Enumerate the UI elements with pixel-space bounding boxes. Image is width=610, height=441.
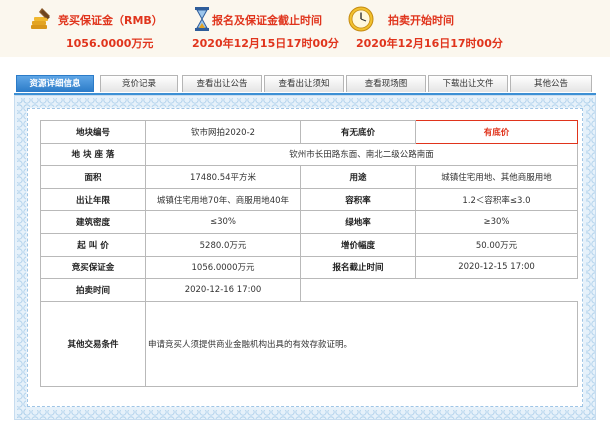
tab-other-notices[interactable]: 其他公告 [510, 75, 592, 92]
green-label: 绿地率 [300, 210, 416, 234]
table-row: 地块编号 钦市网拍2020-2 有无底价 有底价 [40, 120, 578, 144]
location-value: 钦州市长田路东面、南北二级公路南面 [145, 142, 578, 167]
table-row: 建筑密度 ≤30% 绿地率 ≥30% [40, 210, 578, 234]
tab-download-files[interactable]: 下载出让文件 [428, 75, 508, 92]
table-row: 地 块 座 落 钦州市长田路东面、南北二级公路南面 [40, 142, 578, 167]
floor-price-label: 有无底价 [300, 120, 416, 144]
money-bag-icon [31, 8, 50, 29]
deposit-value: 1056.0000万元 [145, 255, 301, 280]
increment-value: 50.00万元 [415, 232, 578, 257]
increment-label: 增价幅度 [300, 232, 416, 257]
far-value: 1.2＜容积率≤3.0 [415, 187, 578, 212]
other-conditions-label: 其他交易条件 [40, 300, 146, 387]
term-label: 出让年限 [40, 187, 146, 212]
summary-bar: 竞买保证金（RMB） 1056.0000万元 报名及保证金截止时间 2020年1… [0, 0, 610, 57]
table-row: 拍卖时间 2020-12-16 17:00 [40, 278, 578, 302]
empty-cell [301, 279, 578, 302]
table-row: 出让年限 城镇住宅用地70年、商服用地40年 容积率 1.2＜容积率≤3.0 [40, 187, 578, 212]
deadline-summary-label: 报名及保证金截止时间 [212, 14, 322, 27]
plot-no-value: 钦市网拍2020-2 [145, 120, 301, 144]
deadline-summary-value: 2020年12月15日17时00分 [192, 37, 339, 50]
area-label: 面积 [40, 165, 146, 189]
tab-transfer-notice[interactable]: 查看出让公告 [182, 75, 262, 92]
auction-time-value: 2020-12-16 17:00 [145, 278, 301, 302]
term-value: 城镇住宅用地70年、商服用地40年 [145, 187, 301, 212]
deadline-label: 报名截止时间 [300, 255, 416, 280]
use-value: 城镇住宅用地、其他商服用地 [415, 165, 578, 189]
deposit-summary-value: 1056.0000万元 [66, 37, 154, 50]
far-label: 容积率 [300, 187, 416, 212]
tab-transfer-rules[interactable]: 查看出让须知 [264, 75, 344, 92]
deposit-summary-label: 竞买保证金（RMB） [58, 14, 163, 27]
location-label: 地 块 座 落 [40, 142, 146, 167]
floor-price-value: 有底价 [415, 120, 578, 144]
auction-time-label: 拍卖时间 [40, 278, 146, 302]
other-conditions-value: 申请竞买人须提供商业金融机构出具的有效存款证明。 [145, 300, 578, 387]
use-label: 用途 [300, 165, 416, 189]
clock-icon [348, 6, 374, 32]
start-price-label: 起 叫 价 [40, 232, 146, 257]
start-price-value: 5280.0万元 [145, 232, 301, 257]
auction-start-summary-value: 2020年12月16日17时00分 [356, 37, 503, 50]
density-value: ≤30% [145, 210, 301, 234]
resource-info-table: 地块编号 钦市网拍2020-2 有无底价 有底价 地 块 座 落 钦州市长田路东… [40, 120, 578, 387]
area-value: 17480.54平方米 [145, 165, 301, 189]
table-row: 起 叫 价 5280.0万元 增价幅度 50.00万元 [40, 232, 578, 257]
auction-start-summary-label: 拍卖开始时间 [388, 14, 454, 27]
density-label: 建筑密度 [40, 210, 146, 234]
deadline-value: 2020-12-15 17:00 [415, 255, 578, 280]
tab-site-map[interactable]: 查看现场图 [346, 75, 426, 92]
tab-resource-detail[interactable]: 资源详细信息 [16, 75, 94, 92]
deposit-label: 竞买保证金 [40, 255, 146, 280]
tab-bar: 资源详细信息 竞价记录 查看出让公告 查看出让须知 查看现场图 下载出让文件 其… [14, 75, 596, 95]
table-row: 竞买保证金 1056.0000万元 报名截止时间 2020-12-15 17:0… [40, 255, 578, 280]
table-row: 其他交易条件 申请竞买人须提供商业金融机构出具的有效存款证明。 [40, 300, 578, 387]
table-row: 面积 17480.54平方米 用途 城镇住宅用地、其他商服用地 [40, 165, 578, 189]
tab-bid-records[interactable]: 竞价记录 [100, 75, 178, 92]
plot-no-label: 地块编号 [40, 120, 146, 144]
green-value: ≥30% [415, 210, 578, 234]
